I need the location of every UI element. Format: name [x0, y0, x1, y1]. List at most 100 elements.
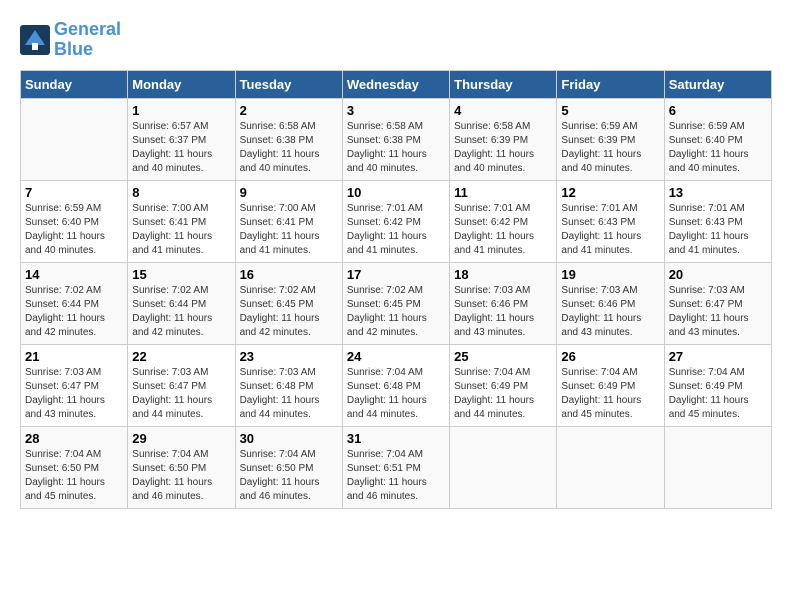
calendar-cell: 14 Sunrise: 7:02 AMSunset: 6:44 PMDayligh… [21, 262, 128, 344]
day-number: 19 [561, 267, 659, 282]
day-number: 17 [347, 267, 445, 282]
day-info: Sunrise: 7:03 AMSunset: 6:46 PMDaylight:… [561, 284, 659, 340]
weekday-header: Thursday [450, 70, 557, 98]
calendar-cell: 30 Sunrise: 7:04 AMSunset: 6:50 PMDayligh… [235, 426, 342, 508]
logo-text: GeneralBlue [54, 20, 121, 60]
day-info: Sunrise: 7:01 AMSunset: 6:42 PMDaylight:… [454, 202, 552, 258]
day-info: Sunrise: 7:00 AMSunset: 6:41 PMDaylight:… [132, 202, 230, 258]
weekday-header: Sunday [21, 70, 128, 98]
calendar-cell: 9 Sunrise: 7:00 AMSunset: 6:41 PMDaylight… [235, 180, 342, 262]
day-info: Sunrise: 7:02 AMSunset: 6:44 PMDaylight:… [132, 284, 230, 340]
day-info: Sunrise: 7:04 AMSunset: 6:50 PMDaylight:… [132, 448, 230, 504]
calendar-week-row: 1 Sunrise: 6:57 AMSunset: 6:37 PMDaylight… [21, 98, 772, 180]
day-info: Sunrise: 7:03 AMSunset: 6:47 PMDaylight:… [669, 284, 767, 340]
day-info: Sunrise: 7:02 AMSunset: 6:45 PMDaylight:… [347, 284, 445, 340]
calendar-cell: 4 Sunrise: 6:58 AMSunset: 6:39 PMDaylight… [450, 98, 557, 180]
day-number: 5 [561, 103, 659, 118]
day-info: Sunrise: 7:01 AMSunset: 6:43 PMDaylight:… [669, 202, 767, 258]
day-number: 18 [454, 267, 552, 282]
day-info: Sunrise: 7:04 AMSunset: 6:51 PMDaylight:… [347, 448, 445, 504]
calendar-cell: 7 Sunrise: 6:59 AMSunset: 6:40 PMDaylight… [21, 180, 128, 262]
day-number: 24 [347, 349, 445, 364]
calendar-cell: 24 Sunrise: 7:04 AMSunset: 6:48 PMDayligh… [342, 344, 449, 426]
day-number: 26 [561, 349, 659, 364]
calendar-cell: 6 Sunrise: 6:59 AMSunset: 6:40 PMDaylight… [664, 98, 771, 180]
day-number: 12 [561, 185, 659, 200]
calendar-week-row: 21 Sunrise: 7:03 AMSunset: 6:47 PMDayligh… [21, 344, 772, 426]
day-number: 16 [240, 267, 338, 282]
day-info: Sunrise: 7:04 AMSunset: 6:49 PMDaylight:… [561, 366, 659, 422]
calendar-cell [557, 426, 664, 508]
calendar-cell: 5 Sunrise: 6:59 AMSunset: 6:39 PMDaylight… [557, 98, 664, 180]
day-info: Sunrise: 6:59 AMSunset: 6:40 PMDaylight:… [669, 120, 767, 176]
day-number: 13 [669, 185, 767, 200]
day-number: 22 [132, 349, 230, 364]
day-number: 30 [240, 431, 338, 446]
day-info: Sunrise: 7:00 AMSunset: 6:41 PMDaylight:… [240, 202, 338, 258]
day-info: Sunrise: 7:02 AMSunset: 6:45 PMDaylight:… [240, 284, 338, 340]
calendar-cell: 18 Sunrise: 7:03 AMSunset: 6:46 PMDayligh… [450, 262, 557, 344]
day-info: Sunrise: 6:58 AMSunset: 6:39 PMDaylight:… [454, 120, 552, 176]
day-number: 7 [25, 185, 123, 200]
calendar-cell: 3 Sunrise: 6:58 AMSunset: 6:38 PMDaylight… [342, 98, 449, 180]
day-info: Sunrise: 7:03 AMSunset: 6:47 PMDaylight:… [25, 366, 123, 422]
calendar-cell [450, 426, 557, 508]
calendar-cell: 25Sunrise: 7:04 AMSunset: 6:49 PMDayligh… [450, 344, 557, 426]
day-info: Sunrise: 7:04 AMSunset: 6:48 PMDaylight:… [347, 366, 445, 422]
day-number: 28 [25, 431, 123, 446]
day-number: 11 [454, 185, 552, 200]
day-number: 1 [132, 103, 230, 118]
day-info: Sunrise: 7:03 AMSunset: 6:46 PMDaylight:… [454, 284, 552, 340]
calendar-week-row: 14 Sunrise: 7:02 AMSunset: 6:44 PMDayligh… [21, 262, 772, 344]
day-number: 8 [132, 185, 230, 200]
calendar-cell: 1 Sunrise: 6:57 AMSunset: 6:37 PMDaylight… [128, 98, 235, 180]
weekday-header: Saturday [664, 70, 771, 98]
calendar-cell: 2 Sunrise: 6:58 AMSunset: 6:38 PMDaylight… [235, 98, 342, 180]
calendar-cell: 31 Sunrise: 7:04 AMSunset: 6:51 PMDayligh… [342, 426, 449, 508]
calendar-cell: 19 Sunrise: 7:03 AMSunset: 6:46 PMDayligh… [557, 262, 664, 344]
calendar-cell: 20Sunrise: 7:03 AMSunset: 6:47 PMDayligh… [664, 262, 771, 344]
calendar-cell: 28 Sunrise: 7:04 AMSunset: 6:50 PMDayligh… [21, 426, 128, 508]
weekday-header: Tuesday [235, 70, 342, 98]
calendar-cell: 26 Sunrise: 7:04 AMSunset: 6:49 PMDayligh… [557, 344, 664, 426]
day-info: Sunrise: 6:59 AMSunset: 6:39 PMDaylight:… [561, 120, 659, 176]
calendar-cell: 22 Sunrise: 7:03 AMSunset: 6:47 PMDayligh… [128, 344, 235, 426]
day-number: 27 [669, 349, 767, 364]
day-number: 4 [454, 103, 552, 118]
calendar-cell: 11 Sunrise: 7:01 AMSunset: 6:42 PMDayligh… [450, 180, 557, 262]
day-info: Sunrise: 6:58 AMSunset: 6:38 PMDaylight:… [240, 120, 338, 176]
day-info: Sunrise: 6:58 AMSunset: 6:38 PMDaylight:… [347, 120, 445, 176]
day-info: Sunrise: 7:02 AMSunset: 6:44 PMDaylight:… [25, 284, 123, 340]
calendar-cell: 17 Sunrise: 7:02 AMSunset: 6:45 PMDayligh… [342, 262, 449, 344]
day-info: Sunrise: 7:03 AMSunset: 6:47 PMDaylight:… [132, 366, 230, 422]
day-number: 21 [25, 349, 123, 364]
logo-icon [20, 25, 50, 55]
day-number: 2 [240, 103, 338, 118]
day-number: 9 [240, 185, 338, 200]
calendar-cell: 10 Sunrise: 7:01 AMSunset: 6:42 PMDayligh… [342, 180, 449, 262]
day-number: 14 [25, 267, 123, 282]
day-number: 10 [347, 185, 445, 200]
weekday-header: Monday [128, 70, 235, 98]
calendar-week-row: 7 Sunrise: 6:59 AMSunset: 6:40 PMDaylight… [21, 180, 772, 262]
day-info: Sunrise: 7:03 AMSunset: 6:48 PMDaylight:… [240, 366, 338, 422]
day-number: 31 [347, 431, 445, 446]
calendar-cell: 13 Sunrise: 7:01 AMSunset: 6:43 PMDayligh… [664, 180, 771, 262]
day-number: 25 [454, 349, 552, 364]
day-info: Sunrise: 7:04 AMSunset: 6:50 PMDaylight:… [240, 448, 338, 504]
day-info: Sunrise: 7:04 AMSunset: 6:50 PMDaylight:… [25, 448, 123, 504]
calendar-cell: 27Sunrise: 7:04 AMSunset: 6:49 PMDayligh… [664, 344, 771, 426]
day-info: Sunrise: 7:01 AMSunset: 6:42 PMDaylight:… [347, 202, 445, 258]
calendar-cell: 21 Sunrise: 7:03 AMSunset: 6:47 PMDayligh… [21, 344, 128, 426]
day-number: 23 [240, 349, 338, 364]
day-number: 29 [132, 431, 230, 446]
calendar-cell: 15Sunrise: 7:02 AMSunset: 6:44 PMDayligh… [128, 262, 235, 344]
day-info: Sunrise: 6:57 AMSunset: 6:37 PMDaylight:… [132, 120, 230, 176]
weekday-header: Wednesday [342, 70, 449, 98]
calendar-table: SundayMondayTuesdayWednesdayThursdayFrid… [20, 70, 772, 509]
day-number: 3 [347, 103, 445, 118]
day-info: Sunrise: 6:59 AMSunset: 6:40 PMDaylight:… [25, 202, 123, 258]
weekday-header-row: SundayMondayTuesdayWednesdayThursdayFrid… [21, 70, 772, 98]
calendar-cell: 16 Sunrise: 7:02 AMSunset: 6:45 PMDayligh… [235, 262, 342, 344]
day-number: 6 [669, 103, 767, 118]
